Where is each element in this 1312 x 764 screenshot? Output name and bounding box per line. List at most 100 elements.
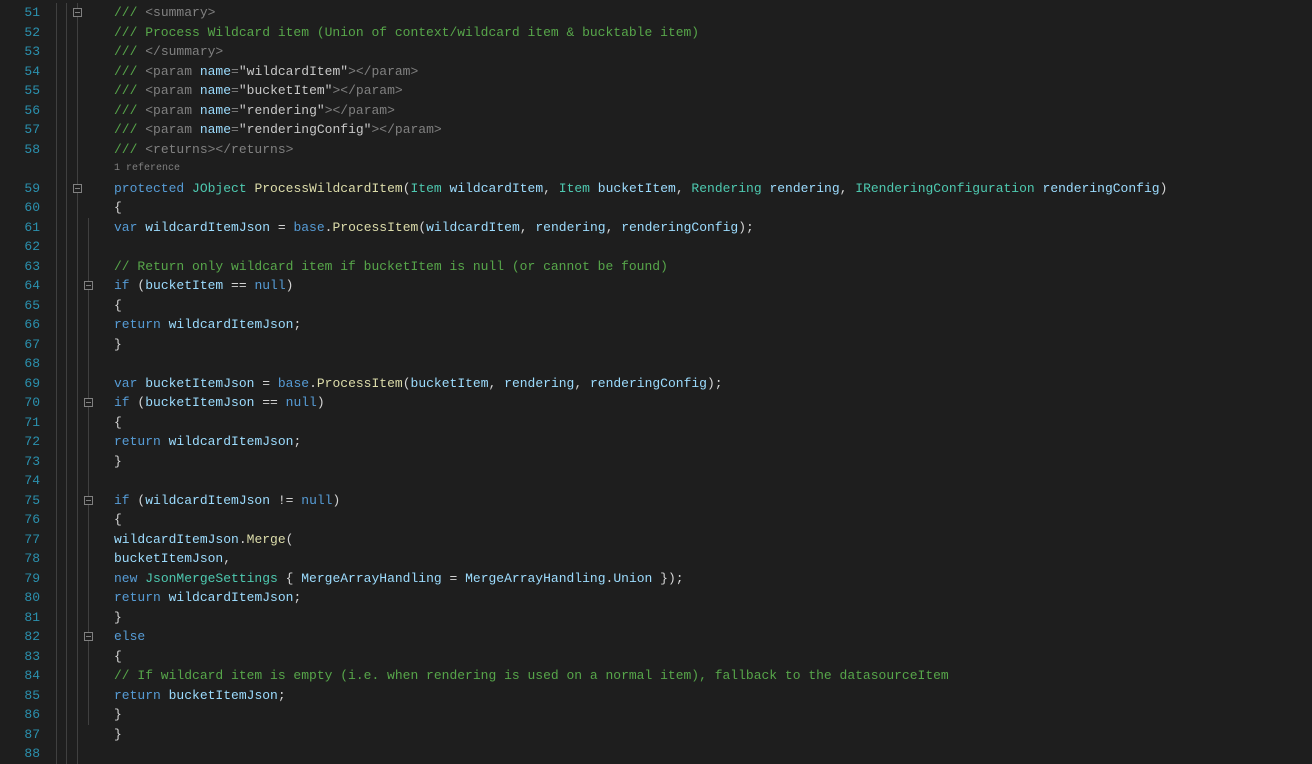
- code-line[interactable]: if (bucketItemJson == null): [114, 393, 1312, 413]
- code-line[interactable]: /// Process Wildcard item (Union of cont…: [114, 23, 1312, 43]
- token: bucketItemJson: [145, 376, 254, 391]
- token: =: [231, 83, 239, 98]
- fold-row: [52, 237, 114, 257]
- fold-row: [52, 413, 114, 433]
- code-line[interactable]: [114, 354, 1312, 374]
- code-line[interactable]: var wildcardItemJson = base.ProcessItem(…: [114, 218, 1312, 238]
- token: );: [738, 220, 754, 235]
- token: {: [114, 415, 122, 430]
- code-line[interactable]: {: [114, 198, 1312, 218]
- code-line[interactable]: }: [114, 608, 1312, 628]
- fold-row: [52, 81, 114, 101]
- code-line[interactable]: // Return only wildcard item if bucketIt…: [114, 257, 1312, 277]
- token: ///: [114, 142, 145, 157]
- codelens-references[interactable]: 1 reference: [114, 159, 1312, 179]
- token: JsonMergeSettings: [145, 571, 278, 586]
- token: return: [114, 317, 161, 332]
- line-number: 61: [8, 218, 40, 238]
- fold-toggle-icon[interactable]: [84, 281, 93, 290]
- code-line[interactable]: }: [114, 725, 1312, 745]
- line-number: 58: [8, 140, 40, 160]
- fold-row: [52, 608, 114, 628]
- fold-row: [52, 452, 114, 472]
- token: {: [114, 512, 122, 527]
- token: ///: [114, 103, 145, 118]
- fold-toggle-icon[interactable]: [73, 8, 82, 17]
- fold-row: [52, 666, 114, 686]
- token: (: [418, 220, 426, 235]
- fold-row: [52, 705, 114, 725]
- code-line[interactable]: return bucketItemJson;: [114, 686, 1312, 706]
- fold-row: [52, 101, 114, 121]
- code-line[interactable]: [114, 237, 1312, 257]
- code-line[interactable]: var bucketItemJson = base.ProcessItem(bu…: [114, 374, 1312, 394]
- line-number: 87: [8, 725, 40, 745]
- code-line[interactable]: }: [114, 452, 1312, 472]
- code-line[interactable]: return wildcardItemJson;: [114, 588, 1312, 608]
- fold-row: [52, 725, 114, 745]
- fold-row: [52, 686, 114, 706]
- token: [184, 181, 192, 196]
- token: wildcardItemJson: [145, 493, 270, 508]
- fold-row: [52, 530, 114, 550]
- line-number: 64: [8, 276, 40, 296]
- code-line[interactable]: // If wildcard item is empty (i.e. when …: [114, 666, 1312, 686]
- token: ></param>: [332, 83, 402, 98]
- code-line[interactable]: {: [114, 413, 1312, 433]
- token: ///: [114, 64, 145, 79]
- fold-row: [52, 549, 114, 569]
- token: ></param>: [371, 122, 441, 137]
- code-line[interactable]: {: [114, 647, 1312, 667]
- code-line[interactable]: /// <summary>: [114, 3, 1312, 23]
- token: =: [231, 122, 239, 137]
- code-line[interactable]: else: [114, 627, 1312, 647]
- code-line[interactable]: /// <returns></returns>: [114, 140, 1312, 160]
- code-line[interactable]: return wildcardItemJson;: [114, 432, 1312, 452]
- token: bucketItemJson: [114, 551, 223, 566]
- code-line[interactable]: }: [114, 335, 1312, 355]
- token: name: [200, 83, 231, 98]
- code-line[interactable]: [114, 471, 1312, 491]
- line-number: 57: [8, 120, 40, 140]
- token: return: [114, 688, 161, 703]
- line-number: 81: [8, 608, 40, 628]
- fold-toggle-icon[interactable]: [84, 398, 93, 407]
- code-line[interactable]: new JsonMergeSettings { MergeArrayHandli…: [114, 569, 1312, 589]
- fold-row: [52, 198, 114, 218]
- code-line[interactable]: /// </summary>: [114, 42, 1312, 62]
- token: =: [270, 220, 293, 235]
- code-line[interactable]: /// <param name="wildcardItem"></param>: [114, 62, 1312, 82]
- code-line[interactable]: /// <param name="bucketItem"></param>: [114, 81, 1312, 101]
- code-line[interactable]: wildcardItemJson.Merge(: [114, 530, 1312, 550]
- code-line[interactable]: {: [114, 296, 1312, 316]
- token: bucketItem: [411, 376, 489, 391]
- line-number: 79: [8, 569, 40, 589]
- code-line[interactable]: /// <param name="rendering"></param>: [114, 101, 1312, 121]
- code-line[interactable]: bucketItemJson,: [114, 549, 1312, 569]
- code-line[interactable]: if (bucketItem == null): [114, 276, 1312, 296]
- token: null: [301, 493, 332, 508]
- code-line[interactable]: return wildcardItemJson;: [114, 315, 1312, 335]
- token: name: [200, 64, 231, 79]
- code-area[interactable]: /// <summary>/// Process Wildcard item (…: [114, 0, 1312, 754]
- fold-row: [52, 471, 114, 491]
- code-editor[interactable]: 5152535455565758596061626364656667686970…: [0, 0, 1312, 754]
- fold-row: [52, 257, 114, 277]
- token: MergeArrayHandling: [301, 571, 441, 586]
- code-line[interactable]: {: [114, 510, 1312, 530]
- fold-toggle-icon[interactable]: [73, 184, 82, 193]
- token: ///: [114, 83, 145, 98]
- token: .: [239, 532, 247, 547]
- fold-toggle-icon[interactable]: [84, 496, 93, 505]
- code-line[interactable]: if (wildcardItemJson != null): [114, 491, 1312, 511]
- line-number: [8, 159, 40, 179]
- fold-row: [52, 335, 114, 355]
- token: .: [309, 376, 317, 391]
- fold-toggle-icon[interactable]: [84, 632, 93, 641]
- code-line[interactable]: }: [114, 705, 1312, 725]
- token: ,: [676, 181, 692, 196]
- code-line[interactable]: protected JObject ProcessWildcardItem(It…: [114, 179, 1312, 199]
- code-line[interactable]: /// <param name="renderingConfig"></para…: [114, 120, 1312, 140]
- line-number: 72: [8, 432, 40, 452]
- token: <param: [145, 64, 200, 79]
